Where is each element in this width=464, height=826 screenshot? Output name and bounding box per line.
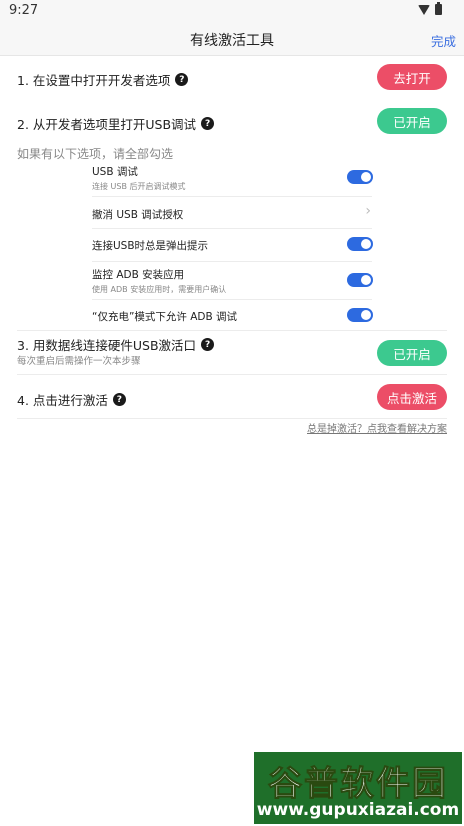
option-desc: 使用 ADB 安装应用时，需要用户确认 [92,285,227,294]
divider [92,228,372,229]
app-header: 有线激活工具 完成 [0,22,464,56]
divider [17,374,447,375]
done-button[interactable]: 完成 [431,31,456,50]
divider [92,196,372,197]
options-hint: 如果有以下选项，请全部勾选 [17,147,174,161]
option-label: 监控 ADB 安装应用 [92,269,185,281]
step-3-label: 3. 用数据线连接硬件USB激活口 [17,338,197,353]
step-4: 4. 点击进行激活 ? [17,390,126,409]
usb-connected-button[interactable]: 已开启 [377,340,447,366]
step-2: 2. 从开发者选项里打开USB调试 ? [17,114,215,133]
option-label: USB 调试 [92,166,138,178]
option-label: “仅充电”模式下允许 ADB 调试 [92,311,238,323]
option-adb-install-monitor[interactable]: 监控 ADB 安装应用 使用 ADB 安装应用时，需要用户确认 [92,267,372,295]
wifi-icon [418,4,430,15]
open-developer-options-button[interactable]: 去打开 [377,64,447,90]
step-3-desc: 每次重启后需操作一次本步骤 [17,356,141,367]
option-usb-prompt[interactable]: 连接USB时总是弹出提示 [92,238,372,253]
watermark-title: 谷普软件园 [268,764,448,805]
help-solution-link[interactable]: 总是掉激活？点我查看解决方案 [307,420,447,435]
status-time: 9:27 [9,3,39,18]
usb-debugging-toggle[interactable] [347,170,373,184]
option-label: 撤消 USB 调试授权 [92,209,184,221]
help-icon[interactable]: ? [201,117,215,130]
watermark-url: www.gupuxiazai.com [256,800,460,820]
status-bar: 9:27 [0,0,464,22]
option-revoke-usb-auth[interactable]: 撤消 USB 调试授权 [92,207,372,222]
status-icons [418,2,442,15]
divider [92,299,372,300]
adb-install-toggle[interactable] [347,273,373,287]
divider [17,418,447,419]
help-icon[interactable]: ? [112,393,126,406]
usb-prompt-toggle[interactable] [347,237,373,251]
divider [17,330,447,331]
battery-icon [435,2,442,15]
charge-only-adb-toggle[interactable] [347,308,373,322]
step-3: 3. 用数据线连接硬件USB激活口 ? [17,335,215,354]
activate-button[interactable]: 点击激活 [377,384,447,410]
option-usb-debugging[interactable]: USB 调试 连接 USB 后开启调试模式 [92,164,372,192]
option-desc: 连接 USB 后开启调试模式 [92,182,186,191]
help-icon[interactable]: ? [175,73,189,86]
usb-debug-enabled-button[interactable]: 已开启 [377,108,447,134]
option-label: 连接USB时总是弹出提示 [92,240,209,252]
step-1: 1. 在设置中打开开发者选项 ? [17,70,189,89]
step-1-label: 1. 在设置中打开开发者选项 [17,73,171,88]
option-charge-only-adb[interactable]: “仅充电”模式下允许 ADB 调试 [92,309,372,324]
help-icon[interactable]: ? [201,338,215,351]
divider [92,261,372,262]
chevron-right-icon: › [365,203,371,219]
step-4-label: 4. 点击进行激活 [17,393,108,408]
step-2-label: 2. 从开发者选项里打开USB调试 [17,117,197,132]
page-title: 有线激活工具 [190,33,274,49]
watermark-logo: 谷普软件园 www.gupuxiazai.com [254,752,462,824]
